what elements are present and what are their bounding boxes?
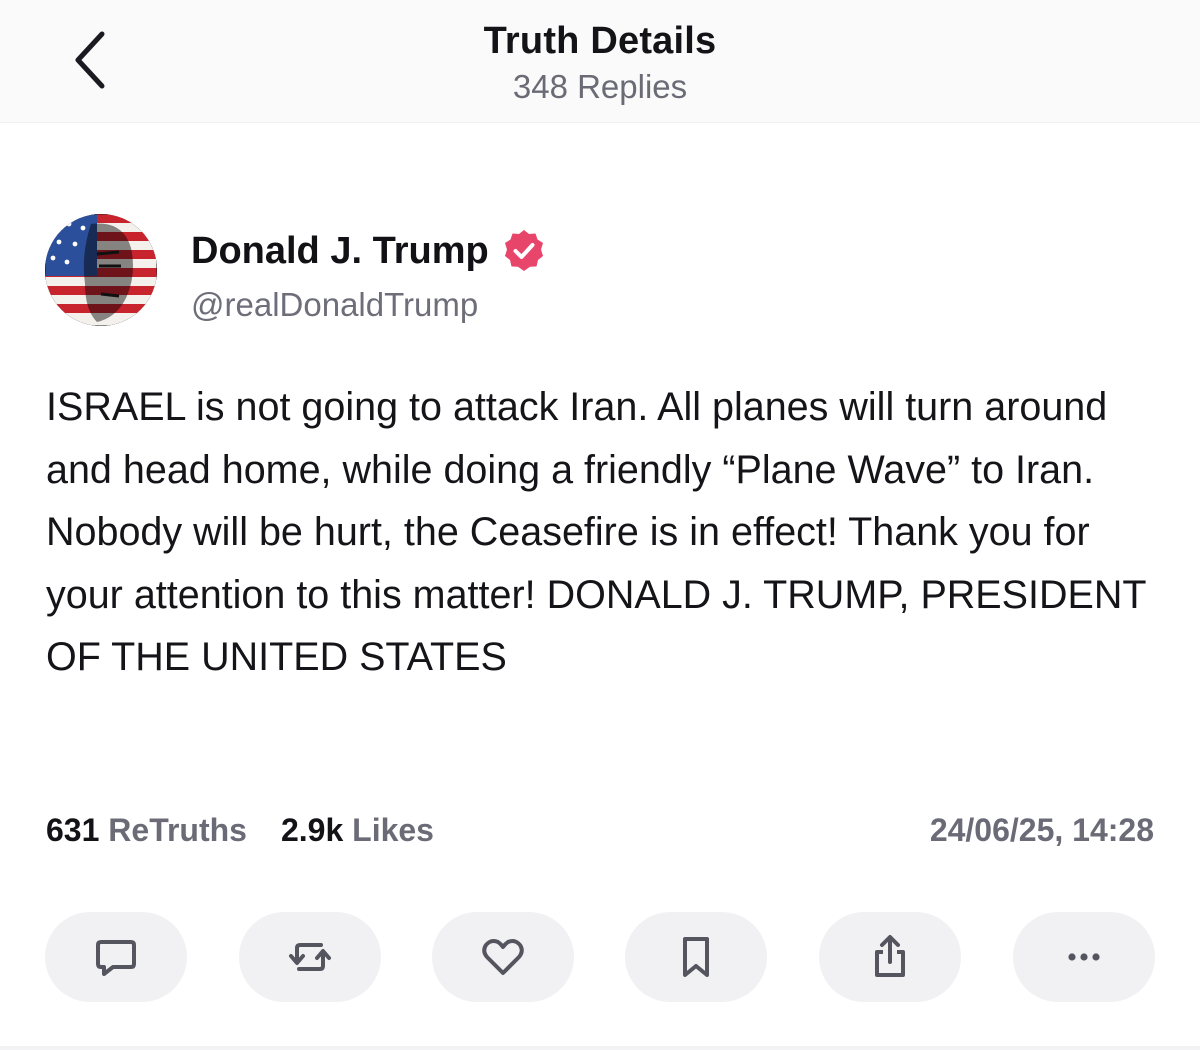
post-stats: 631 ReTruths 2.9k Likes bbox=[46, 812, 434, 849]
retruths-count: 631 bbox=[46, 812, 100, 848]
bookmark-icon bbox=[683, 937, 709, 977]
avatar[interactable] bbox=[45, 214, 157, 326]
top-bar: Truth Details 348 Replies bbox=[0, 0, 1200, 123]
more-icon bbox=[1068, 953, 1100, 961]
retruth-button[interactable] bbox=[239, 912, 381, 1002]
bookmark-button[interactable] bbox=[625, 912, 767, 1002]
divider bbox=[0, 1046, 1200, 1050]
author-name-text: Donald J. Trump bbox=[191, 229, 489, 272]
share-button[interactable] bbox=[819, 912, 961, 1002]
likes-label: Likes bbox=[352, 812, 434, 848]
avatar-image bbox=[45, 214, 157, 326]
author-name[interactable]: Donald J. Trump bbox=[191, 228, 547, 274]
like-button[interactable] bbox=[432, 912, 574, 1002]
post-timestamp: 24/06/25, 14:28 bbox=[929, 812, 1154, 848]
retruths-label: ReTruths bbox=[108, 812, 247, 848]
author-handle[interactable]: @realDonaldTrump bbox=[191, 286, 478, 324]
share-icon bbox=[875, 935, 905, 977]
likes-stat[interactable]: 2.9k Likes bbox=[281, 812, 434, 849]
retruth-icon bbox=[289, 943, 331, 971]
reply-button[interactable] bbox=[45, 912, 187, 1002]
retruths-stat[interactable]: 631 ReTruths bbox=[46, 812, 247, 849]
replies-count[interactable]: 348 Replies bbox=[0, 68, 1200, 106]
post-text: ISRAEL is not going to attack Iran. All … bbox=[46, 385, 1146, 679]
reply-icon bbox=[96, 940, 136, 976]
more-button[interactable] bbox=[1013, 912, 1155, 1002]
likes-count: 2.9k bbox=[280, 812, 344, 848]
like-icon bbox=[482, 939, 524, 975]
page-title: Truth Details bbox=[483, 20, 717, 62]
verified-badge-icon bbox=[504, 230, 543, 271]
